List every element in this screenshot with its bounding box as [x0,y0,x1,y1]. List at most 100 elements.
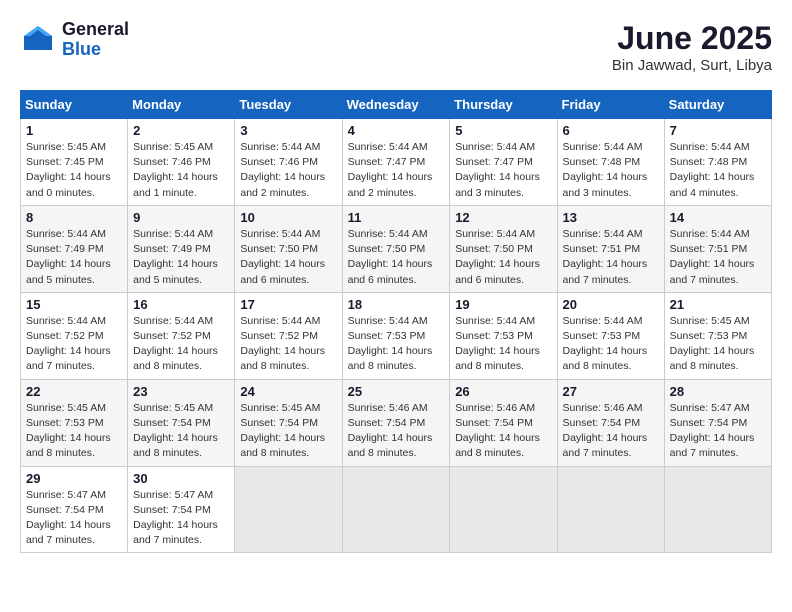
month-title: June 2025 [612,20,772,57]
calendar-cell: 11 Sunrise: 5:44 AM Sunset: 7:50 PM Dayli… [342,205,450,292]
calendar-cell: 26 Sunrise: 5:46 AM Sunset: 7:54 PM Dayli… [450,379,557,466]
weekday-header: Thursday [450,91,557,119]
calendar-cell: 15 Sunrise: 5:44 AM Sunset: 7:52 PM Dayli… [21,292,128,379]
day-info: Sunrise: 5:45 AM Sunset: 7:46 PM Dayligh… [133,140,229,201]
calendar-cell: 12 Sunrise: 5:44 AM Sunset: 7:50 PM Dayli… [450,205,557,292]
day-info: Sunrise: 5:45 AM Sunset: 7:45 PM Dayligh… [26,140,122,201]
day-info: Sunrise: 5:44 AM Sunset: 7:50 PM Dayligh… [455,227,551,288]
calendar-week-row: 1 Sunrise: 5:45 AM Sunset: 7:45 PM Daylig… [21,119,772,206]
day-number: 19 [455,297,551,312]
day-number: 24 [240,384,336,399]
calendar-week-row: 29 Sunrise: 5:47 AM Sunset: 7:54 PM Dayli… [21,466,772,553]
calendar-cell: 23 Sunrise: 5:45 AM Sunset: 7:54 PM Dayli… [128,379,235,466]
day-info: Sunrise: 5:44 AM Sunset: 7:51 PM Dayligh… [670,227,766,288]
day-number: 20 [563,297,659,312]
location: Bin Jawwad, Surt, Libya [612,57,772,74]
calendar-cell: 27Sunrise: 5:46 AM Sunset: 7:54 PM Dayli… [557,379,664,466]
calendar-week-row: 15 Sunrise: 5:44 AM Sunset: 7:52 PM Dayli… [21,292,772,379]
calendar-cell: 19Sunrise: 5:44 AM Sunset: 7:53 PM Dayli… [450,292,557,379]
day-info: Sunrise: 5:45 AM Sunset: 7:54 PM Dayligh… [133,401,229,462]
calendar-body: 1 Sunrise: 5:45 AM Sunset: 7:45 PM Daylig… [21,119,772,553]
day-number: 12 [455,210,551,225]
day-number: 13 [563,210,659,225]
day-number: 15 [26,297,122,312]
day-info: Sunrise: 5:44 AM Sunset: 7:48 PM Dayligh… [670,140,766,201]
day-info: Sunrise: 5:46 AM Sunset: 7:54 PM Dayligh… [563,401,659,462]
day-number: 26 [455,384,551,399]
day-info: Sunrise: 5:47 AM Sunset: 7:54 PM Dayligh… [133,488,229,549]
calendar-cell: 18Sunrise: 5:44 AM Sunset: 7:53 PM Dayli… [342,292,450,379]
calendar-cell: 13 Sunrise: 5:44 AM Sunset: 7:51 PM Dayli… [557,205,664,292]
calendar-cell: 3 Sunrise: 5:44 AM Sunset: 7:46 PM Daylig… [235,119,342,206]
day-info: Sunrise: 5:44 AM Sunset: 7:51 PM Dayligh… [563,227,659,288]
day-info: Sunrise: 5:44 AM Sunset: 7:47 PM Dayligh… [455,140,551,201]
calendar-cell: 5 Sunrise: 5:44 AM Sunset: 7:47 PM Daylig… [450,119,557,206]
day-number: 1 [26,123,122,138]
day-number: 9 [133,210,229,225]
day-info: Sunrise: 5:45 AM Sunset: 7:53 PM Dayligh… [670,314,766,375]
day-info: Sunrise: 5:44 AM Sunset: 7:53 PM Dayligh… [348,314,445,375]
logo-icon [20,22,56,58]
day-info: Sunrise: 5:44 AM Sunset: 7:46 PM Dayligh… [240,140,336,201]
day-info: Sunrise: 5:44 AM Sunset: 7:50 PM Dayligh… [240,227,336,288]
day-info: Sunrise: 5:46 AM Sunset: 7:54 PM Dayligh… [455,401,551,462]
calendar-cell: 25 Sunrise: 5:46 AM Sunset: 7:54 PM Dayli… [342,379,450,466]
day-number: 7 [670,123,766,138]
day-info: Sunrise: 5:47 AM Sunset: 7:54 PM Dayligh… [670,401,766,462]
calendar-cell [557,466,664,553]
day-info: Sunrise: 5:44 AM Sunset: 7:49 PM Dayligh… [26,227,122,288]
day-number: 11 [348,210,445,225]
calendar-cell: 30 Sunrise: 5:47 AM Sunset: 7:54 PM Dayli… [128,466,235,553]
calendar-cell [450,466,557,553]
day-number: 4 [348,123,445,138]
day-number: 23 [133,384,229,399]
weekday-header: Monday [128,91,235,119]
page-header: General Blue June 2025 Bin Jawwad, Surt,… [20,20,772,74]
calendar-cell [235,466,342,553]
day-number: 28 [670,384,766,399]
calendar-cell: 29 Sunrise: 5:47 AM Sunset: 7:54 PM Dayli… [21,466,128,553]
calendar-cell: 14 Sunrise: 5:44 AM Sunset: 7:51 PM Dayli… [664,205,771,292]
calendar-cell [342,466,450,553]
calendar-cell: 28 Sunrise: 5:47 AM Sunset: 7:54 PM Dayli… [664,379,771,466]
day-number: 17 [240,297,336,312]
calendar-cell [664,466,771,553]
logo-general: General [62,20,129,40]
day-number: 25 [348,384,445,399]
day-info: Sunrise: 5:44 AM Sunset: 7:48 PM Dayligh… [563,140,659,201]
day-info: Sunrise: 5:45 AM Sunset: 7:54 PM Dayligh… [240,401,336,462]
calendar-cell: 24 Sunrise: 5:45 AM Sunset: 7:54 PM Dayli… [235,379,342,466]
day-info: Sunrise: 5:47 AM Sunset: 7:54 PM Dayligh… [26,488,122,549]
weekday-header: Saturday [664,91,771,119]
logo-text: General Blue [62,20,129,60]
calendar-table: SundayMondayTuesdayWednesdayThursdayFrid… [20,90,772,553]
calendar-week-row: 22Sunrise: 5:45 AM Sunset: 7:53 PM Dayli… [21,379,772,466]
calendar-cell: 8 Sunrise: 5:44 AM Sunset: 7:49 PM Daylig… [21,205,128,292]
weekday-header: Sunday [21,91,128,119]
calendar-week-row: 8 Sunrise: 5:44 AM Sunset: 7:49 PM Daylig… [21,205,772,292]
day-info: Sunrise: 5:44 AM Sunset: 7:50 PM Dayligh… [348,227,445,288]
day-number: 10 [240,210,336,225]
day-number: 14 [670,210,766,225]
day-info: Sunrise: 5:44 AM Sunset: 7:52 PM Dayligh… [133,314,229,375]
title-block: June 2025 Bin Jawwad, Surt, Libya [612,20,772,74]
day-number: 21 [670,297,766,312]
day-number: 2 [133,123,229,138]
calendar-cell: 10 Sunrise: 5:44 AM Sunset: 7:50 PM Dayli… [235,205,342,292]
calendar-cell: 2 Sunrise: 5:45 AM Sunset: 7:46 PM Daylig… [128,119,235,206]
day-number: 5 [455,123,551,138]
day-number: 16 [133,297,229,312]
day-number: 3 [240,123,336,138]
day-number: 22 [26,384,122,399]
day-info: Sunrise: 5:44 AM Sunset: 7:47 PM Dayligh… [348,140,445,201]
weekday-header: Wednesday [342,91,450,119]
calendar-cell: 21 Sunrise: 5:45 AM Sunset: 7:53 PM Dayli… [664,292,771,379]
day-number: 8 [26,210,122,225]
day-info: Sunrise: 5:44 AM Sunset: 7:52 PM Dayligh… [26,314,122,375]
day-number: 29 [26,471,122,486]
day-info: Sunrise: 5:46 AM Sunset: 7:54 PM Dayligh… [348,401,445,462]
weekday-header: Tuesday [235,91,342,119]
calendar-cell: 16 Sunrise: 5:44 AM Sunset: 7:52 PM Dayli… [128,292,235,379]
day-number: 30 [133,471,229,486]
weekday-row: SundayMondayTuesdayWednesdayThursdayFrid… [21,91,772,119]
